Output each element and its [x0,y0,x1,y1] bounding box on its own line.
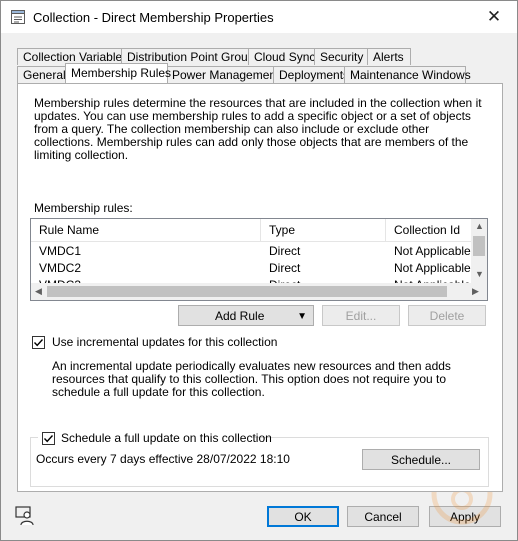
user-help-icon[interactable] [15,506,37,526]
table-row[interactable]: VMDC2 Direct Not Applicable [31,260,471,277]
membership-description: Membership rules determine the resources… [34,96,482,162]
properties-icon [11,10,25,24]
tab-security[interactable]: Security [314,48,368,65]
schedule-summary: Occurs every 7 days effective 28/07/2022… [36,452,290,466]
delete-button[interactable]: Delete [408,305,486,326]
scroll-right-icon[interactable]: ▶ [472,286,479,297]
close-icon: ✕ [486,7,502,26]
scroll-up-icon[interactable]: ▲ [475,221,484,231]
membership-rules-panel: Membership rules determine the resources… [17,83,503,492]
column-header-rule-name[interactable]: Rule Name [31,219,261,241]
title-bar: Collection - Direct Membership Propertie… [1,1,517,33]
horizontal-scrollbar[interactable]: ◀ ▶ [31,283,487,300]
column-header-collection-id[interactable]: Collection Id [386,219,471,241]
vertical-scrollbar[interactable]: ▲ ▼ [471,219,487,283]
checkmark-icon [33,339,44,347]
rule-name-cell: VMDC1 [39,244,82,258]
table-row[interactable]: VMDC1 Direct Not Applicable [31,243,471,260]
tab-general[interactable]: General [17,66,68,83]
tab-cloud-sync[interactable]: Cloud Sync [248,48,315,65]
ok-button[interactable]: OK [267,506,339,527]
full-update-checkbox[interactable] [42,432,55,445]
tab-alerts[interactable]: Alerts [367,48,411,65]
membership-rules-list[interactable]: Rule Name Type Collection Id VMDC1 Direc… [30,218,488,301]
cancel-button[interactable]: Cancel [347,506,419,527]
membership-rules-label: Membership rules: [34,201,133,215]
scroll-down-icon[interactable]: ▼ [475,269,484,279]
incremental-update-label[interactable]: Use incremental updates for this collect… [52,335,277,349]
add-rule-label: Add Rule [215,309,265,323]
collection-id-cell: Not Applicable [394,261,471,275]
column-header-type[interactable]: Type [261,219,386,241]
list-header: Rule Name Type Collection Id [31,219,471,242]
incremental-update-description: An incremental update periodically evalu… [52,359,451,399]
add-rule-button[interactable]: Add Rule ▼ [178,305,314,326]
window-title: Collection - Direct Membership Propertie… [33,10,274,25]
close-button[interactable]: ✕ [471,1,517,33]
horizontal-scroll-thumb[interactable] [47,286,447,297]
tab-power-management[interactable]: Power Management [166,66,279,83]
schedule-button[interactable]: Schedule... [362,449,480,470]
collection-id-cell: Not Applicable [394,244,471,258]
rule-name-cell: VMDC2 [39,261,82,275]
scroll-left-icon[interactable]: ◀ [35,286,42,297]
tab-membership-rules[interactable]: Membership Rules [65,63,171,83]
rule-type-cell: Direct [269,261,301,275]
incremental-update-checkbox[interactable] [32,336,45,349]
edit-button[interactable]: Edit... [322,305,400,326]
checkmark-icon [43,435,54,443]
tab-maintenance-windows[interactable]: Maintenance Windows [344,66,471,83]
rule-type-cell: Direct [269,244,301,258]
full-update-label[interactable]: Schedule a full update on this collectio… [61,431,272,445]
dropdown-arrow-icon: ▼ [297,311,307,322]
properties-window: Collection - Direct Membership Propertie… [0,0,518,541]
vertical-scroll-thumb[interactable] [473,236,485,256]
tab-deployments[interactable]: Deployments [273,66,349,83]
